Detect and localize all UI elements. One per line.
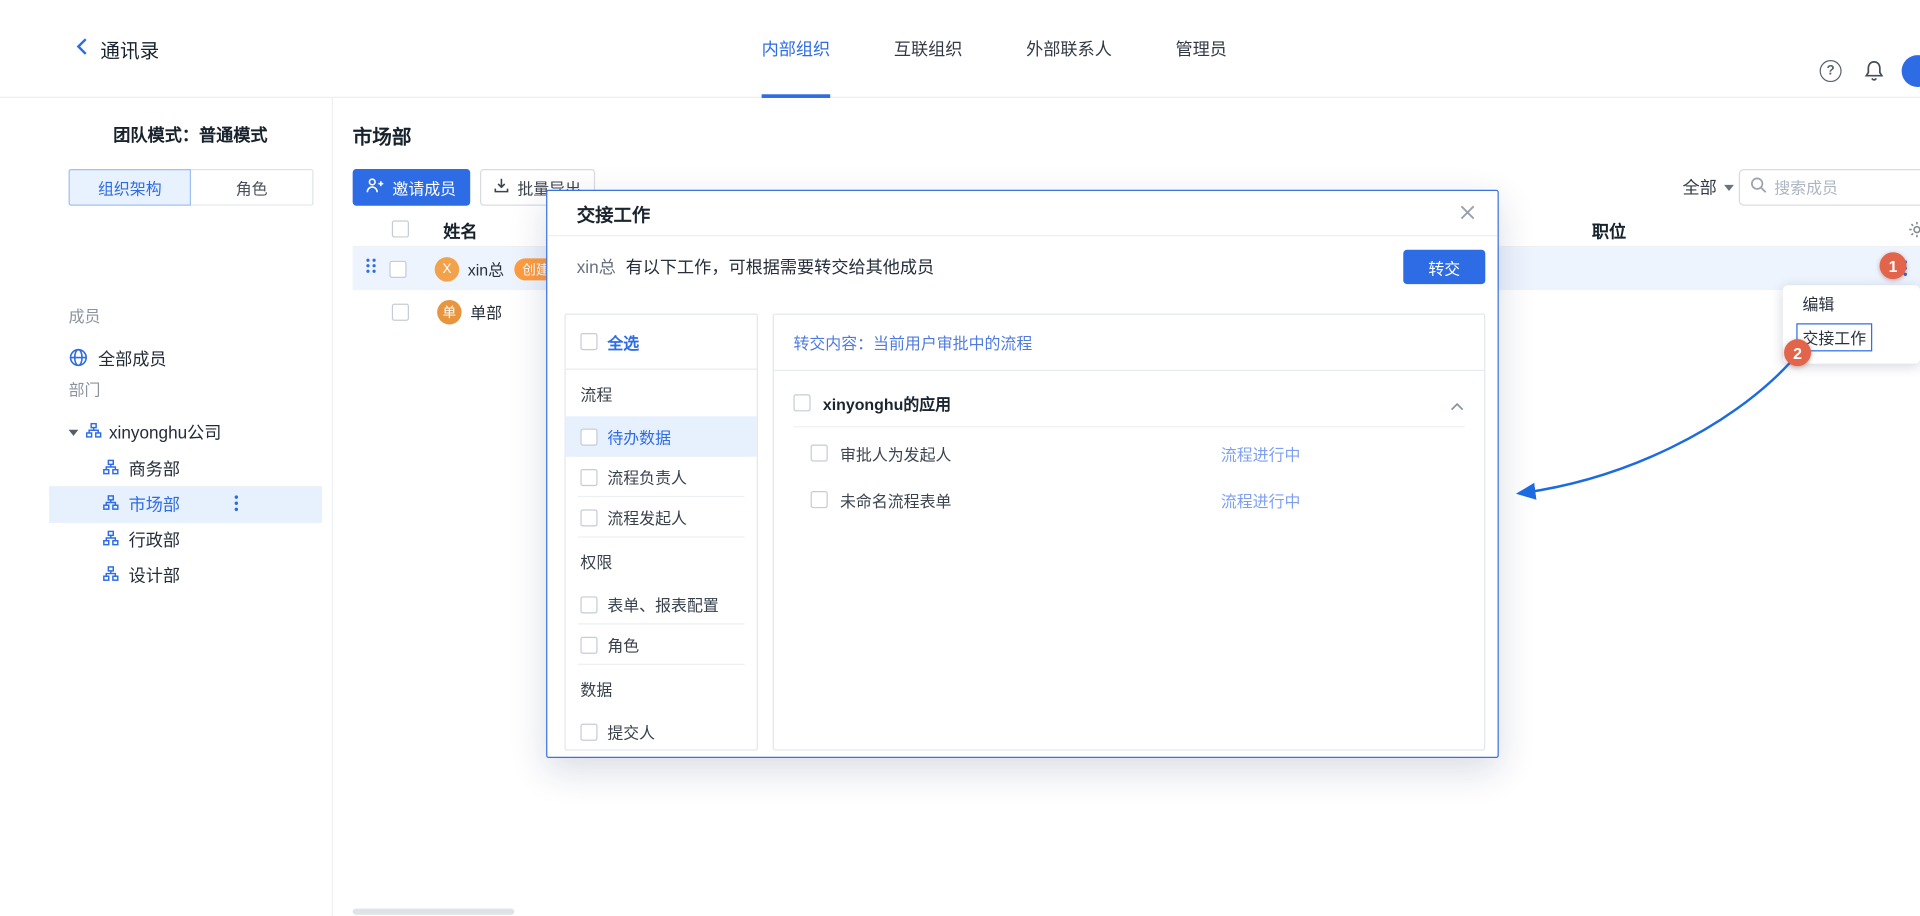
modal-subtitle: xin总 有以下工作，可根据需要转交给其他成员 [577, 250, 934, 284]
category-item-form-report-config[interactable]: 表单、报表配置 [566, 584, 757, 624]
item-checkbox[interactable] [580, 428, 597, 445]
person-add-icon [367, 178, 385, 198]
department-icon [103, 530, 119, 550]
header-tabs: 内部组织 互联组织 外部联系人 管理员 [762, 0, 1227, 98]
department-icon [86, 422, 102, 442]
tab-internal-org[interactable]: 内部组织 [762, 0, 831, 98]
chevron-down-icon [1724, 184, 1734, 190]
bell-icon[interactable] [1862, 59, 1885, 90]
app-group-row[interactable]: xinyonghu的应用 [774, 378, 1484, 427]
avatar: 单 [437, 299, 461, 323]
app-group-title: xinyonghu的应用 [823, 391, 951, 414]
horizontal-scrollbar-thumb[interactable] [353, 909, 515, 915]
drag-handle-icon[interactable] [365, 257, 377, 280]
category-item-todo-data[interactable]: 待办数据 [566, 416, 757, 456]
chevron-up-icon[interactable] [1450, 396, 1465, 418]
annotation-badge-2: 2 [1784, 339, 1811, 366]
process-name: 未命名流程表单 [840, 488, 951, 511]
item-checkbox[interactable] [580, 596, 597, 613]
item-checkbox[interactable] [580, 468, 597, 485]
more-vertical-icon[interactable] [234, 494, 239, 515]
modal-divider [547, 235, 1497, 236]
row-checkbox[interactable] [392, 303, 409, 320]
menu-item-edit[interactable]: 编辑 [1783, 285, 1920, 319]
tab-org-structure[interactable]: 组织架构 [69, 169, 191, 206]
item-checkbox[interactable] [580, 636, 597, 653]
select-all-checkbox[interactable] [580, 333, 597, 350]
department-icon [103, 495, 119, 515]
handover-category-panel: 全选 流程 待办数据 流程负责人 流程发起人 权限 表单、报表配置 [564, 313, 757, 750]
tree-node-company[interactable]: xinyonghu公司 [49, 414, 322, 451]
tree-node-admin-dept[interactable]: 行政部 [49, 522, 322, 559]
department-icon [103, 459, 119, 479]
page-title: 市场部 [353, 120, 412, 149]
group-label-permission: 权限 [566, 538, 757, 585]
user-avatar[interactable] [1902, 55, 1920, 87]
app-canvas: 通讯录 内部组织 互联组织 外部联系人 管理员 ? 团队模式：普通模式 组织架构… [0, 0, 1920, 916]
handover-modal: 交接工作 xin总 有以下工作，可根据需要转交给其他成员 转交 全选 流程 待办… [546, 190, 1499, 758]
download-icon [494, 178, 510, 198]
item-checkbox[interactable] [580, 723, 597, 740]
category-item-process-owner[interactable]: 流程负责人 [566, 457, 757, 497]
sidebar-view-switch: 组织架构 角色 [69, 169, 314, 206]
page-breadcrumb-title: 通讯录 [100, 34, 159, 63]
process-name: 审批人为发起人 [840, 441, 951, 464]
column-header-position: 职位 [1592, 219, 1626, 243]
select-all-label[interactable]: 全选 [607, 330, 639, 353]
item-checkbox[interactable] [580, 509, 597, 526]
category-item-process-initiator[interactable]: 流程发起人 [566, 497, 757, 537]
search-icon [1750, 176, 1767, 199]
tab-external-contacts[interactable]: 外部联系人 [1026, 0, 1112, 98]
sidebar-item-all-members[interactable]: 全部成员 [49, 340, 322, 377]
close-icon[interactable] [1460, 204, 1476, 226]
group-label-process: 流程 [566, 370, 757, 417]
annotation-badge-1: 1 [1880, 252, 1907, 279]
member-search-box [1739, 169, 1920, 206]
group-label-data: 数据 [566, 665, 757, 712]
tree-node-design-dept[interactable]: 设计部 [49, 557, 322, 594]
tab-roles[interactable]: 角色 [191, 169, 313, 206]
owner-name: xin总 [577, 255, 616, 279]
top-header: 通讯录 内部组织 互联组织 外部联系人 管理员 ? [0, 0, 1920, 98]
help-icon[interactable]: ? [1820, 60, 1842, 82]
search-input[interactable] [1774, 178, 1918, 196]
tree-node-market-dept[interactable]: 市场部 [49, 486, 322, 523]
transfer-content-header: 转交内容：当前用户审批中的流程 [774, 315, 1484, 371]
subtitle-text: 有以下工作，可根据需要转交给其他成员 [626, 255, 935, 279]
select-all-row: 全选 [566, 315, 757, 370]
item-checkbox[interactable] [811, 491, 828, 508]
sidebar: 团队模式：普通模式 组织架构 角色 成员 全部成员 部门 xinyonghu [0, 98, 333, 916]
members-section-label: 成员 [69, 304, 101, 327]
process-item[interactable]: 未命名流程表单 流程进行中 [774, 479, 1484, 521]
category-item-role[interactable]: 角色 [566, 624, 757, 664]
team-mode-label: 团队模式：普通模式 [49, 122, 332, 146]
member-name: xin总 [468, 257, 504, 280]
gear-icon[interactable] [1908, 220, 1920, 242]
back-chevron-icon [76, 36, 88, 62]
department-icon [103, 566, 119, 586]
transfer-button[interactable]: 转交 [1403, 250, 1485, 284]
column-header-name: 姓名 [443, 219, 477, 243]
tree-node-business-dept[interactable]: 商务部 [49, 451, 322, 488]
select-all-rows-checkbox[interactable] [392, 220, 409, 237]
departments-section-label: 部门 [69, 377, 101, 400]
globe-icon [69, 347, 89, 370]
tab-linked-org[interactable]: 互联组织 [894, 0, 963, 98]
process-status: 流程进行中 [1221, 441, 1301, 464]
caret-down-icon[interactable] [69, 429, 79, 435]
process-item[interactable]: 审批人为发起人 流程进行中 [774, 432, 1484, 474]
tab-admin[interactable]: 管理员 [1176, 0, 1227, 98]
group-checkbox[interactable] [793, 394, 810, 411]
avatar: X [435, 257, 459, 281]
category-item-submitter[interactable]: 提交人 [566, 711, 757, 750]
modal-title: 交接工作 [577, 202, 650, 228]
process-status: 流程进行中 [1221, 488, 1301, 511]
item-checkbox[interactable] [811, 444, 828, 461]
back-button[interactable]: 通讯录 [76, 0, 159, 98]
handover-content-panel: 转交内容：当前用户审批中的流程 xinyonghu的应用 审批人为发起人 流程进… [773, 313, 1486, 750]
invite-member-button[interactable]: 邀请成员 [353, 169, 471, 206]
row-checkbox[interactable] [389, 260, 406, 277]
scope-filter-dropdown[interactable]: 全部 [1682, 169, 1733, 206]
member-name: 单部 [470, 300, 502, 323]
